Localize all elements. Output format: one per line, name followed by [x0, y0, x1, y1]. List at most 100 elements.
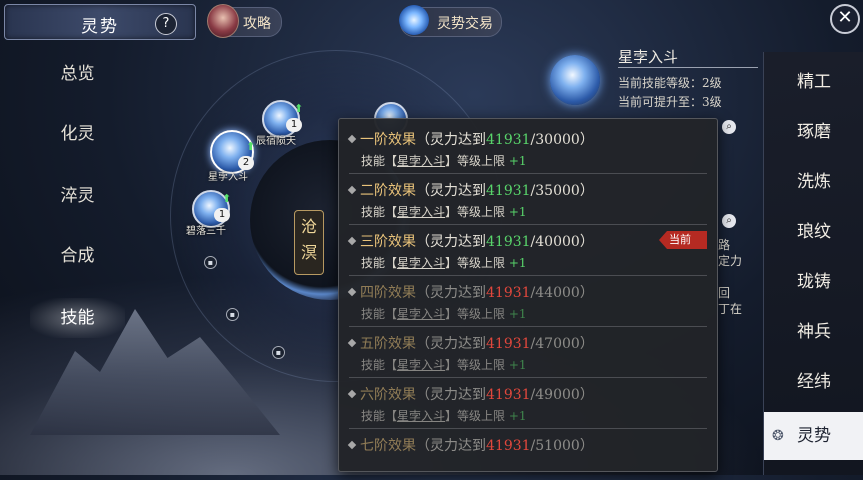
- diamond-bullet-icon: [347, 440, 357, 450]
- diamond-bullet-icon: [347, 287, 357, 297]
- node-level-badge: 1: [286, 118, 302, 132]
- current-power: 41931: [486, 336, 531, 352]
- right-menu-item-wash[interactable]: 洗炼: [764, 158, 863, 206]
- title-bar: 灵势 ?: [4, 4, 196, 40]
- partial-text: 路: [718, 238, 731, 252]
- tier-condition: （灵力达到: [416, 336, 486, 352]
- help-button[interactable]: ?: [155, 13, 177, 35]
- tier-name: 五阶效果: [360, 336, 416, 352]
- right-menu-item-pattern[interactable]: 琅纹: [764, 208, 863, 256]
- tier-row: 一阶效果（灵力达到41931/30000） 技能【星孛入斗】等级上限 +1: [347, 123, 707, 174]
- tier-row: 五阶效果（灵力达到41931/47000） 技能【星孛入斗】等级上限 +1: [347, 327, 707, 378]
- upgrade-arrow-icon: ⬆: [294, 102, 304, 115]
- left-menu-item-overview[interactable]: 总览: [30, 54, 125, 94]
- target-power: /30000: [530, 132, 580, 148]
- magnifier-icon[interactable]: ⌕: [722, 214, 736, 228]
- diamond-bullet-icon: [347, 185, 357, 195]
- paren-close: ）: [579, 234, 594, 250]
- effect-bonus: +1: [508, 409, 527, 423]
- paren-close: ）: [579, 285, 594, 301]
- tier-name: 四阶效果: [360, 285, 416, 301]
- target-power: /47000: [530, 336, 580, 352]
- right-menu-item-cast[interactable]: 珑铸: [764, 258, 863, 306]
- skill-link[interactable]: 星孛入斗: [397, 154, 445, 168]
- effect-prefix: 技能【: [361, 409, 398, 423]
- skill-link[interactable]: 星孛入斗: [397, 256, 445, 270]
- current-power: 41931: [486, 438, 531, 454]
- upgrade-arrow-icon: ⬆: [246, 140, 256, 153]
- left-menu-item-skill[interactable]: 技能: [30, 298, 125, 338]
- wheel-center-label: 沧溟: [294, 210, 324, 275]
- tier-condition: （灵力达到: [416, 387, 486, 403]
- tier-name: 六阶效果: [360, 387, 416, 403]
- upgrade-arrow-icon: ⬆: [222, 192, 232, 205]
- effect-suffix: 】等级上限: [445, 307, 506, 321]
- paren-close: ）: [579, 183, 594, 199]
- guide-avatar-icon: [207, 4, 239, 38]
- left-menu-item-synthesis[interactable]: 合成: [30, 236, 125, 276]
- right-menu-item-weapon[interactable]: 神兵: [764, 308, 863, 356]
- tier-row: 三阶效果（灵力达到41931/40000） 当前激活 技能【星孛入斗】等级上限 …: [347, 225, 707, 276]
- left-menu-item-temper[interactable]: 淬灵: [30, 176, 125, 216]
- right-menu: 精工 琢磨 洗炼 琅纹 珑铸 神兵 经纬 ❂ 灵势: [763, 52, 863, 475]
- tier-row: 四阶效果（灵力达到41931/44000） 技能【星孛入斗】等级上限 +1: [347, 276, 707, 327]
- skill-link[interactable]: 星孛入斗: [397, 205, 445, 219]
- effect-prefix: 技能【: [361, 154, 398, 168]
- tier-condition: （灵力达到: [416, 285, 486, 301]
- target-power: /44000: [530, 285, 580, 301]
- tier-row: 二阶效果（灵力达到41931/35000） 技能【星孛入斗】等级上限 +1: [347, 174, 707, 225]
- effect-prefix: 技能【: [361, 205, 398, 219]
- paren-close: ）: [579, 387, 594, 403]
- effect-bonus: +1: [508, 358, 527, 372]
- trade-label: 灵势交易: [437, 16, 493, 32]
- lingshi-icon: ❂: [772, 428, 784, 444]
- skill-link[interactable]: 星孛入斗: [397, 307, 445, 321]
- node-name: 星孛入斗: [208, 172, 248, 183]
- right-menu-label: 灵势: [797, 426, 831, 446]
- effect-prefix: 技能【: [361, 358, 398, 372]
- tier-condition: （灵力达到: [416, 183, 486, 199]
- effect-prefix: 技能【: [361, 256, 398, 270]
- skill-name: 星孛入斗: [618, 48, 679, 66]
- right-menu-item-refine[interactable]: 精工: [764, 58, 863, 106]
- node-name: 碧落三千: [186, 226, 226, 237]
- guide-label: 攻略: [243, 16, 271, 32]
- target-power: /35000: [530, 183, 580, 199]
- current-power: 41931: [486, 183, 531, 199]
- comet-icon: [399, 5, 429, 35]
- lock-icon: ▪: [226, 308, 239, 321]
- effect-suffix: 】等级上限: [445, 358, 506, 372]
- trade-button[interactable]: 灵势交易: [399, 5, 502, 37]
- close-button[interactable]: ✕: [830, 4, 860, 34]
- right-menu-item-polish[interactable]: 琢磨: [764, 108, 863, 156]
- paren-close: ）: [579, 438, 594, 454]
- left-menu-item-transform[interactable]: 化灵: [30, 114, 125, 154]
- tier-name: 一阶效果: [360, 132, 416, 148]
- paren-close: ）: [579, 336, 594, 352]
- effect-suffix: 】等级上限: [445, 205, 506, 219]
- effect-bonus: +1: [508, 307, 527, 321]
- diamond-bullet-icon: [347, 236, 357, 246]
- tier-condition: （灵力达到: [416, 438, 486, 454]
- active-tier-badge: 当前激活: [659, 231, 707, 249]
- skill-link[interactable]: 星孛入斗: [397, 358, 445, 372]
- diamond-bullet-icon: [347, 338, 357, 348]
- effect-suffix: 】等级上限: [445, 256, 506, 270]
- effect-prefix: 技能【: [361, 307, 398, 321]
- diamond-bullet-icon: [347, 134, 357, 144]
- guide-button[interactable]: 攻略: [207, 4, 282, 38]
- effect-bonus: +1: [508, 256, 527, 270]
- skill-upgradable-level: 当前可提升至：3级: [618, 95, 722, 109]
- skill-link[interactable]: 星孛入斗: [397, 409, 445, 423]
- right-menu-item-meridian[interactable]: 经纬: [764, 358, 863, 406]
- paren-close: ）: [579, 132, 594, 148]
- current-power: 41931: [486, 132, 531, 148]
- tier-condition: （灵力达到: [416, 132, 486, 148]
- right-menu-item-lingshi[interactable]: ❂ 灵势: [764, 412, 863, 460]
- current-power: 41931: [486, 387, 531, 403]
- partial-text: 定力: [718, 254, 743, 268]
- skill-orb-icon: [550, 55, 600, 105]
- tier-name: 二阶效果: [360, 183, 416, 199]
- magnifier-icon[interactable]: ⌕: [722, 120, 736, 134]
- divider: [618, 67, 758, 68]
